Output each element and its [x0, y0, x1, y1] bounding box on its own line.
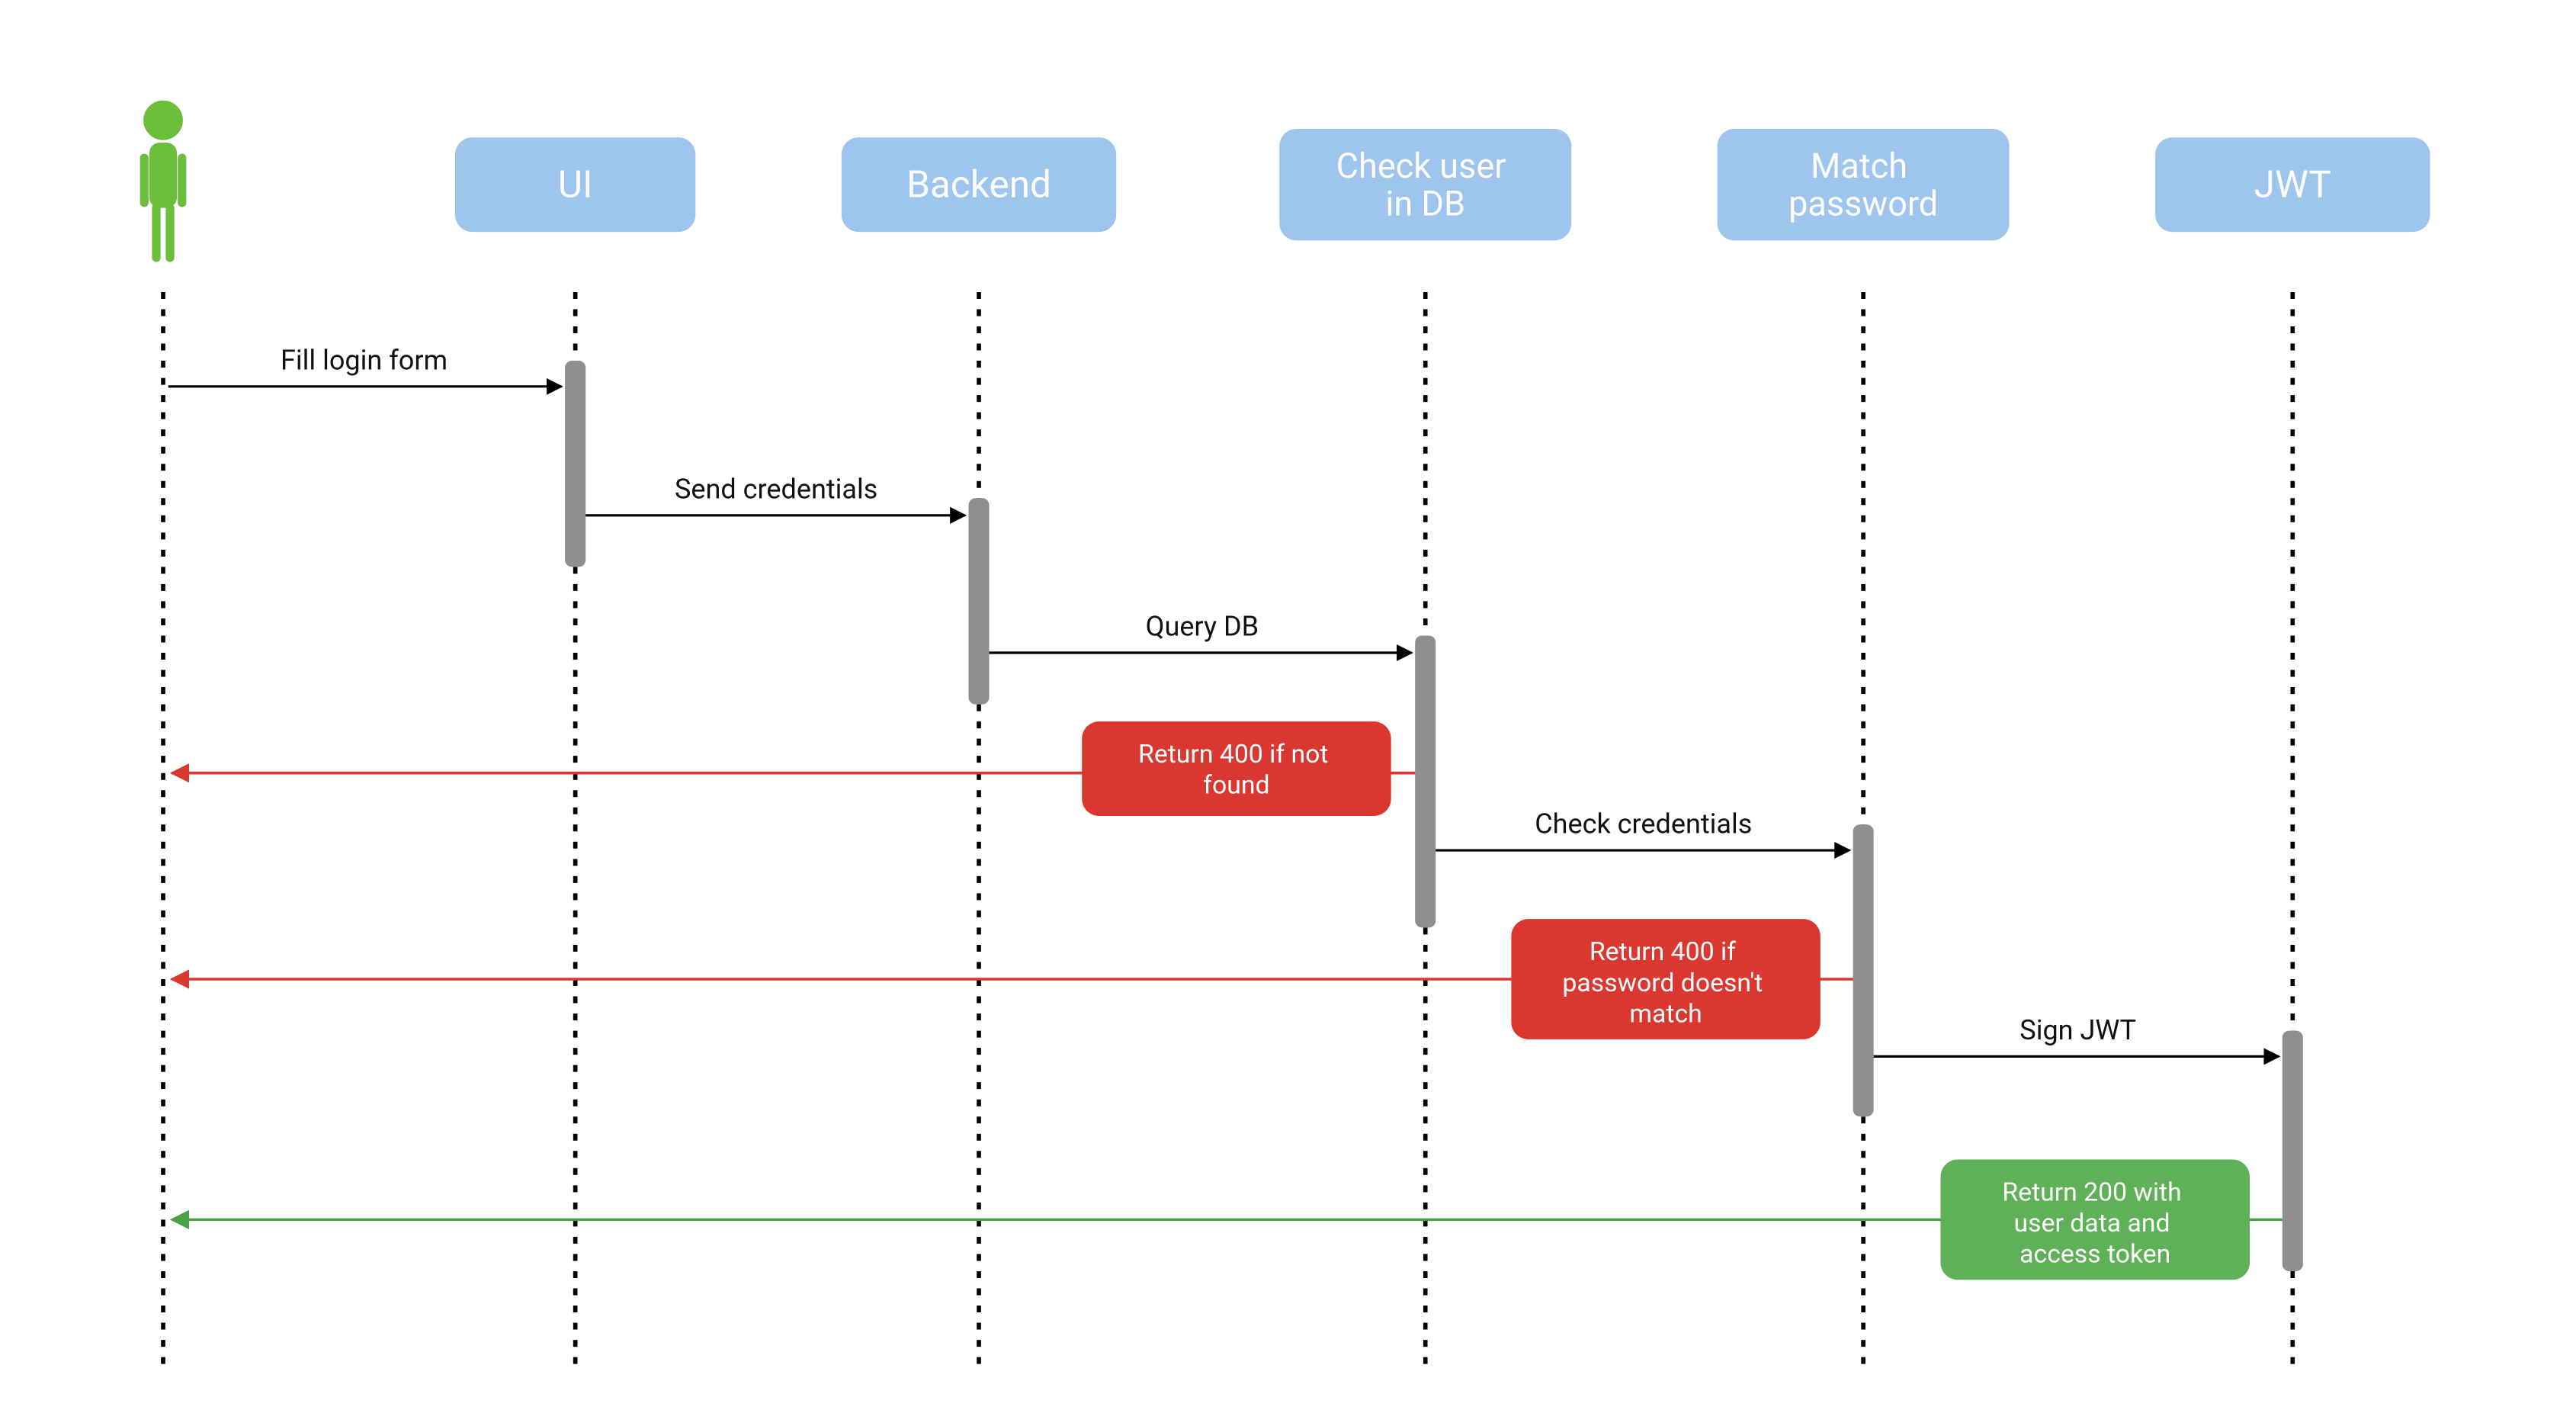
activation-ui	[565, 361, 585, 567]
badge-bad-password: Return 400 if password doesn't match	[1511, 919, 1820, 1039]
participant-checkdb: Check user in DB Check user in DB	[0, 0, 1571, 240]
participant-ui-label: UI	[558, 163, 593, 207]
participant-ui: UI	[455, 137, 695, 232]
label-query-db: Query DB	[1146, 610, 1259, 642]
badge-bad-pw-line3: match	[1629, 999, 1702, 1029]
badge-not-found-line1: Return 400 if not	[1138, 740, 1328, 769]
sequence-diagram: UI Backend Check user in DB Check user i…	[0, 0, 2576, 1408]
activation-matchpw	[1853, 824, 1874, 1116]
activation-checkdb	[1415, 635, 1436, 927]
badge-bad-pw-line2: password doesn't	[1562, 968, 1763, 998]
svg-text:Return 200 with user dat: Return 200 with user data and access tok…	[2002, 1178, 2188, 1270]
badge-not-found-line2: found	[1203, 771, 1269, 801]
participant-jwt: JWT	[2155, 137, 2430, 232]
badge-not-found: Return 400 if not found	[1082, 721, 1391, 816]
label-send-credentials: Send credentials	[675, 473, 877, 505]
badge-ok-line1: Return 200 with	[2002, 1178, 2181, 1208]
participant-backend-label: Backend	[906, 163, 1051, 207]
badge-success: Return 200 with user data and access tok…	[1941, 1160, 2250, 1280]
badge-ok-line3: access token	[2019, 1240, 2170, 1270]
label-sign-jwt: Sign JWT	[2019, 1014, 2136, 1046]
participant-backend: Backend	[842, 137, 1116, 232]
actor-user	[144, 104, 182, 257]
badge-bad-pw-line1: Return 400 if	[1590, 937, 1736, 967]
activation-backend	[969, 498, 990, 704]
participant-jwt-label: JWT	[2254, 163, 2331, 207]
activation-jwt	[2282, 1031, 2303, 1271]
label-check-credentials: Check credentials	[1535, 808, 1752, 840]
badge-ok-line2: user data and	[2014, 1209, 2170, 1238]
svg-text:Match password: Match password	[1788, 146, 1938, 224]
label-fill-login: Fill login form	[281, 344, 448, 376]
